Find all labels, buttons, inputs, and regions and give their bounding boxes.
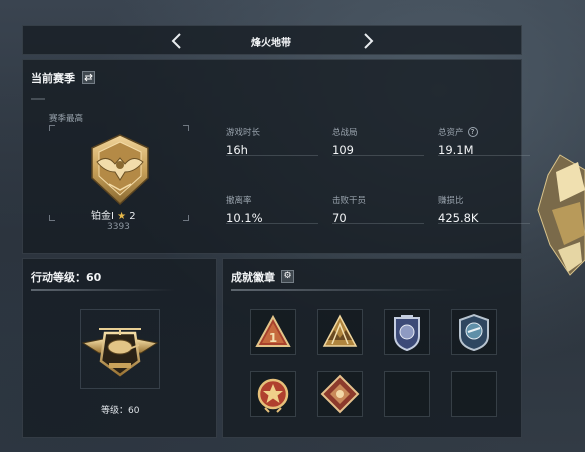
badge-slot[interactable]: 1	[250, 309, 296, 355]
stat-extraction-rate: 撤离率 10.1%	[226, 194, 324, 225]
gear-icon: ⚙	[283, 271, 292, 281]
stat-play-time: 游戏时长 16h	[226, 126, 324, 157]
gold-star-medal-badge-icon	[257, 378, 289, 413]
shield-emblem-badge-icon	[394, 315, 420, 352]
badge-slot-empty[interactable]	[451, 371, 497, 417]
next-arrow-icon[interactable]	[360, 32, 376, 50]
header-bar: 烽火地带	[22, 25, 522, 55]
rank-name: 铂金I	[91, 211, 114, 222]
stat-label: 游戏时长	[226, 128, 261, 138]
badge-slot[interactable]	[451, 309, 497, 355]
stat-label: 击败干员	[332, 196, 367, 206]
achievements-title: 成就徽章	[231, 271, 275, 284]
stat-label: 赚损比	[438, 196, 464, 206]
badge-settings-button[interactable]: ⚙	[281, 270, 294, 283]
action-level-panel: 行动等级：60 等级：60	[22, 258, 217, 438]
rank-score: 3393	[107, 222, 130, 232]
divider	[31, 289, 211, 291]
action-level-title: 行动等级：60	[31, 271, 102, 284]
diamond-crest-badge-icon	[320, 374, 360, 414]
triangle-number-1-badge-icon: 1	[255, 314, 291, 347]
divider	[31, 98, 45, 100]
helicopter-wings-level-icon	[81, 319, 159, 379]
badge-slot[interactable]	[317, 309, 363, 355]
help-icon[interactable]: ?	[467, 127, 478, 137]
badge-slot[interactable]	[384, 309, 430, 355]
stat-label: 撤离率	[226, 196, 252, 206]
stat-label: 总资产?	[438, 126, 536, 138]
season-panel: 当前赛季 赛季最高 铂金I ★ 2 3393 游戏时长 16h 总战局 109 …	[22, 59, 530, 254]
trophy-decoration-icon	[530, 150, 585, 280]
stat-total-matches: 总战局 109	[332, 126, 430, 157]
rank-name-row: 铂金I ★ 2	[91, 207, 136, 222]
badge-slot-empty[interactable]	[384, 371, 430, 417]
peak-label: 赛季最高	[49, 114, 84, 124]
stat-profit-loss-ratio: 赚损比 425.8K	[438, 194, 536, 225]
season-title: 当前赛季	[31, 72, 75, 85]
star-icon: ★	[117, 211, 127, 222]
level-text: 等级：60	[101, 406, 140, 416]
swap-icon	[84, 73, 93, 82]
prev-arrow-icon[interactable]	[169, 32, 185, 50]
achievements-panel: 成就徽章 ⚙ 1	[222, 258, 522, 438]
page-title: 烽火地带	[251, 38, 291, 49]
svg-text:1: 1	[269, 331, 277, 345]
gold-wings-badge-icon	[322, 314, 358, 347]
swap-season-button[interactable]	[82, 71, 95, 84]
stat-operators-defeated: 击败干员 70	[332, 194, 430, 225]
blue-shield-badge-icon	[459, 313, 489, 352]
stat-label: 总战局	[332, 128, 358, 138]
divider	[231, 289, 515, 291]
stat-total-assets: 总资产? 19.1M	[438, 126, 536, 157]
badge-slot[interactable]	[250, 371, 296, 417]
badge-slot[interactable]	[317, 371, 363, 417]
platinum-eagle-rank-icon	[85, 132, 155, 208]
rank-stars: 2	[129, 211, 136, 222]
